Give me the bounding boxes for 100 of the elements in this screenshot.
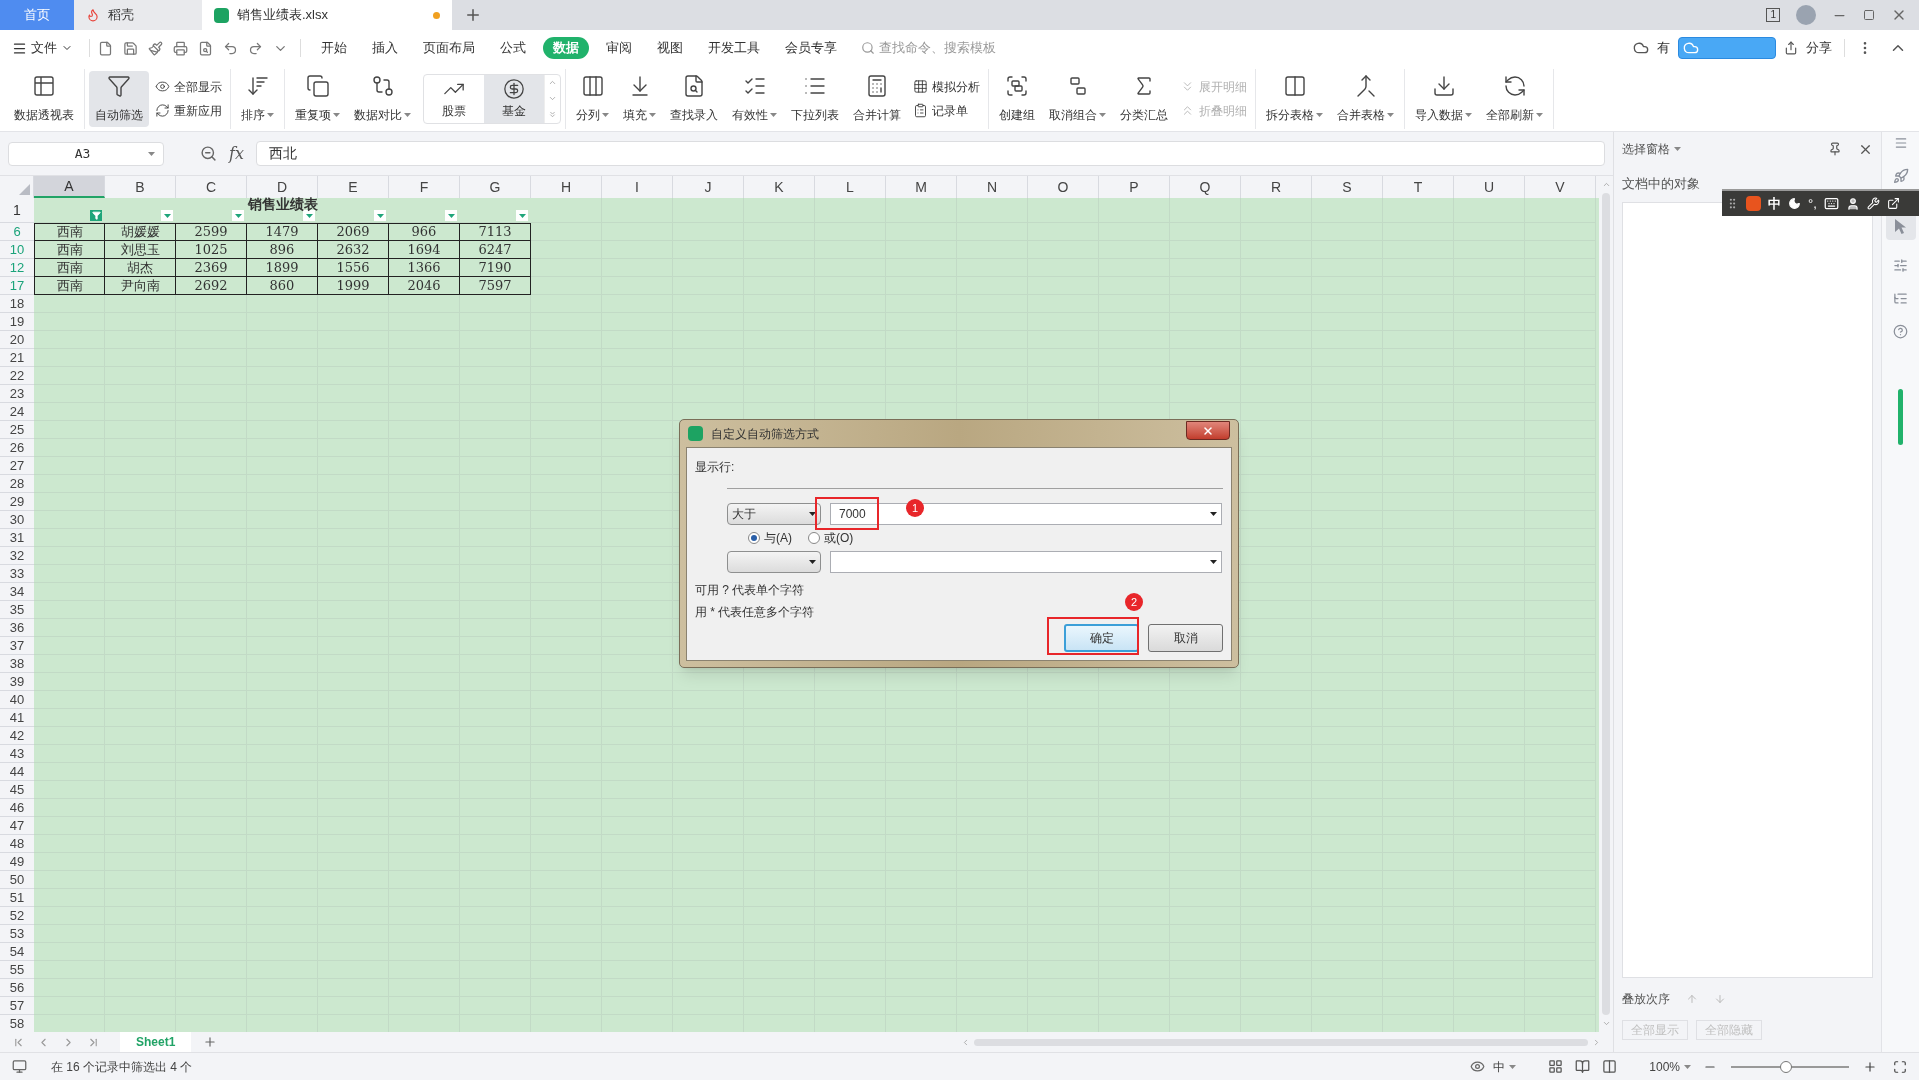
row-header[interactable]: 45 (0, 781, 34, 799)
menu-tab[interactable]: 会员专享 (777, 37, 845, 59)
row-header[interactable]: 32 (0, 547, 34, 565)
menu-tab[interactable]: 页面布局 (415, 37, 483, 59)
row-header[interactable]: 18 (0, 295, 34, 313)
name-box[interactable]: A3 (8, 141, 164, 166)
column-header[interactable]: H (531, 176, 602, 198)
undo-icon[interactable] (223, 40, 238, 56)
row-header[interactable]: 39 (0, 673, 34, 691)
ime-logo-icon[interactable] (1746, 196, 1761, 211)
dialog-button[interactable]: 确定 (1064, 624, 1139, 652)
filter-dropdown-button[interactable] (516, 210, 528, 221)
help-icon[interactable] (1893, 324, 1908, 339)
new-tab-icon[interactable] (464, 6, 482, 24)
column-header[interactable]: P (1099, 176, 1170, 198)
menu-tab[interactable]: 开始 (313, 37, 355, 59)
ribbon-button[interactable]: 导入数据 (1409, 70, 1478, 127)
menu-tab[interactable]: 视图 (649, 37, 691, 59)
ribbon-button[interactable]: 有效性 (726, 70, 783, 127)
column-header[interactable]: R (1241, 176, 1312, 198)
print-icon[interactable] (173, 40, 188, 56)
row-header[interactable]: 54 (0, 943, 34, 961)
row-header[interactable]: 44 (0, 763, 34, 781)
slider-thumb[interactable] (1780, 1060, 1793, 1073)
row-header[interactable]: 34 (0, 583, 34, 601)
ribbon-small-button[interactable]: 全部显示 (155, 77, 222, 96)
ribbon-button[interactable]: 股票 (424, 74, 484, 123)
eye-icon[interactable] (1470, 1059, 1486, 1074)
row-header[interactable]: 21 (0, 349, 34, 367)
row-header[interactable]: 23 (0, 385, 34, 403)
formula-input[interactable]: 西北 (255, 141, 1605, 166)
column-header[interactable]: G (460, 176, 531, 198)
zoom-icon[interactable] (200, 145, 217, 162)
column-header[interactable]: I (602, 176, 673, 198)
ribbon-button[interactable]: 查找录入 (664, 70, 724, 127)
ribbon-button[interactable]: 分类汇总 (1114, 70, 1174, 127)
operator-dropdown[interactable] (727, 551, 821, 573)
column-header[interactable]: V (1525, 176, 1596, 198)
row-header[interactable]: 33 (0, 565, 34, 583)
zoom-in-icon[interactable] (1863, 1059, 1877, 1074)
maximize-icon[interactable] (1863, 9, 1875, 21)
ribbon-button[interactable]: 重复项 (289, 70, 346, 127)
horizontal-scrollbar[interactable] (961, 1036, 1601, 1048)
row-header[interactable]: 29 (0, 493, 34, 511)
normal-view-icon[interactable] (1548, 1059, 1564, 1074)
share-button[interactable]: 分享 (1806, 38, 1832, 58)
value-combobox[interactable] (830, 551, 1222, 573)
menu-tab[interactable]: 插入 (364, 37, 406, 59)
column-header[interactable]: O (1028, 176, 1099, 198)
scroll-up-icon[interactable] (1601, 180, 1611, 189)
row-header[interactable]: 1 (0, 198, 34, 223)
save-icon[interactable] (123, 40, 138, 56)
tree-icon[interactable] (1893, 291, 1908, 306)
row-header[interactable]: 41 (0, 709, 34, 727)
row-header[interactable]: 36 (0, 619, 34, 637)
row-header[interactable]: 55 (0, 961, 34, 979)
ribbon-button[interactable]: 自动筛选 (89, 70, 149, 127)
row-header[interactable]: 40 (0, 691, 34, 709)
close-button[interactable] (1186, 421, 1230, 440)
fullscreen-icon[interactable] (1893, 1059, 1907, 1074)
filter-dropdown-button[interactable] (232, 210, 244, 221)
menu-tab[interactable]: 审阅 (598, 37, 640, 59)
cloud-icon[interactable] (1633, 40, 1649, 56)
row-header[interactable]: 38 (0, 655, 34, 673)
row-header[interactable]: 53 (0, 925, 34, 943)
column-header[interactable]: M (886, 176, 957, 198)
menu-tab[interactable]: 公式 (492, 37, 534, 59)
radio-option[interactable]: 与(A) (748, 528, 792, 547)
ribbon-button[interactable]: 分列 (570, 70, 615, 127)
scroll-down-icon[interactable] (548, 94, 557, 103)
filter-dropdown-button[interactable] (445, 210, 457, 221)
file-menu[interactable]: 文件 (12, 38, 81, 58)
keyboard-icon[interactable] (1823, 196, 1839, 211)
add-sheet-icon[interactable] (203, 1035, 218, 1049)
redo-icon[interactable] (248, 40, 263, 56)
document-tab[interactable]: 稻壳 (74, 0, 202, 30)
handle-icon[interactable] (1893, 136, 1908, 150)
window-count-icon[interactable]: 1 (1766, 8, 1780, 22)
filter-dropdown-button[interactable] (303, 210, 315, 221)
ribbon-button[interactable]: 合并表格 (1331, 70, 1400, 127)
row-header[interactable]: 47 (0, 817, 34, 835)
share-icon[interactable] (1784, 41, 1798, 55)
menu-tab[interactable]: 开发工具 (700, 37, 768, 59)
row-header[interactable]: 56 (0, 979, 34, 997)
row-header[interactable]: 24 (0, 403, 34, 421)
column-header[interactable]: C (176, 176, 247, 198)
page-view-icon[interactable] (1575, 1059, 1591, 1074)
row-header[interactable]: 48 (0, 835, 34, 853)
column-header[interactable]: K (744, 176, 815, 198)
file-icon[interactable] (98, 40, 113, 56)
zoom-level[interactable]: 100% (1649, 1057, 1691, 1076)
row-header[interactable]: 25 (0, 421, 34, 439)
row-header[interactable]: 31 (0, 529, 34, 547)
ribbon-small-button[interactable]: 记录单 (913, 101, 980, 120)
row-header[interactable]: 58 (0, 1015, 34, 1032)
punctuation-toggle[interactable]: °, (1808, 193, 1817, 214)
ribbon-button[interactable]: 填充 (617, 70, 662, 127)
ribbon-button[interactable]: 基金 (484, 74, 544, 123)
row-header[interactable]: 52 (0, 907, 34, 925)
scroll-right-icon[interactable] (1592, 1037, 1601, 1047)
